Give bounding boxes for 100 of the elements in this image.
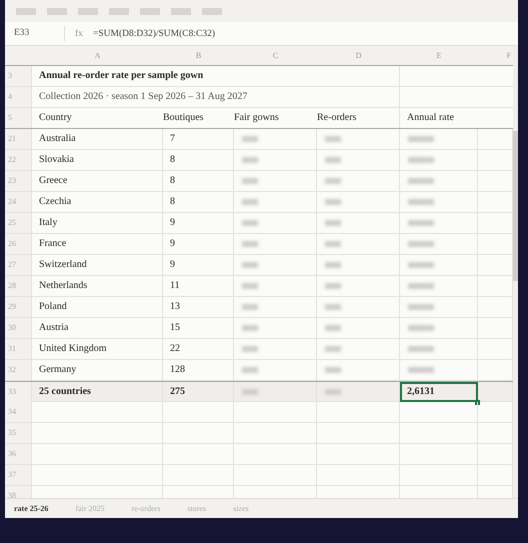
table-cell: 128 [163,360,234,380]
blurred-value [325,136,341,142]
row-number: 33 [5,382,32,402]
row-number: 25 [5,213,32,233]
table-cell: Greece [32,171,163,191]
row-number: 29 [5,297,32,317]
table-cell: Slovakia [32,150,163,170]
column-header[interactable]: E [400,46,478,65]
menu-placeholder[interactable] [109,8,129,14]
blurred-value [325,282,341,289]
sheet-title: Annual re-order rate per sample gown [32,66,400,86]
blurred-value [325,220,341,226]
table-cell: 22 [163,339,234,359]
row-number: 23 [5,171,32,191]
row-number: 28 [5,276,32,296]
blurred-value [408,346,434,352]
row-number: 38 [5,486,32,498]
menu-placeholder[interactable] [47,8,67,14]
blurred-value [408,220,434,226]
menu-placeholder[interactable] [140,8,160,14]
table-cell: Australia [32,129,163,149]
blurred-value [325,346,341,352]
blurred-value [408,240,434,247]
table-cell: 8 [163,192,234,212]
blurred-value [325,240,341,247]
table-cell: Poland [32,297,163,317]
blurred-value [408,282,434,289]
table-cell[interactable]: 2,6131 [400,382,478,402]
blurred-value [408,366,434,373]
column-label: Country [39,111,73,125]
column-label: Re-orders [317,111,358,125]
table-cell: Switzerland [32,255,163,275]
table-cell: 15 [163,318,234,338]
table-cell: Czechia [32,192,163,212]
blurred-value [408,178,434,184]
column-label: Annual rate [407,112,454,123]
table-cell: United Kingdom [32,339,163,359]
column-header[interactable]: D [317,46,400,65]
column-header[interactable]: A [32,46,163,65]
blurred-value [408,136,434,142]
blurred-value [325,304,341,310]
blurred-value [325,156,341,163]
blurred-value [242,346,258,352]
sheet-tab[interactable]: re-orders [122,504,160,513]
table-cell: 9 [163,255,234,275]
row-number: 24 [5,192,32,212]
blurred-value [408,198,434,205]
menu-placeholder[interactable] [16,8,36,14]
table-cell: 8 [163,171,234,191]
blurred-value [325,262,341,268]
menu-placeholder[interactable] [171,8,191,14]
formula-field[interactable]: =SUM(D8:D32)/SUM(C8:C32) [93,28,216,38]
blurred-value [242,136,258,142]
blurred-value [242,282,258,289]
column-label: Boutiques [163,111,205,125]
column-label: Fair gowns [234,111,280,125]
column-header[interactable]: F [478,46,513,65]
blurred-value [408,262,434,268]
menu-placeholder[interactable] [202,8,222,14]
table-cell: Austria [32,318,163,338]
table-cell: 7 [163,129,234,149]
blurred-value [242,304,258,310]
table-cell: Netherlands [32,276,163,296]
row-number: 26 [5,234,32,254]
table-cell: 275 [163,382,234,402]
row-number: 22 [5,150,32,170]
table-cell: 11 [163,276,234,296]
table-cell: Germany [32,360,163,380]
sheet-tab[interactable]: rate 25-26 [5,504,48,513]
blurred-value [242,366,258,373]
table-cell: France [32,234,163,254]
sheet-subtitle: Collection 2026 · season 1 Sep 2026 – 31 Aug 2027 [32,87,400,107]
blurred-value [242,262,258,268]
blurred-value [325,324,341,331]
row-number: 30 [5,318,32,338]
blurred-value [325,178,341,184]
blurred-value [325,388,341,395]
blurred-value [325,198,341,205]
sheet-tab[interactable]: stores [178,504,206,513]
sheet-tab[interactable]: fair 2025 [66,504,105,513]
table-cell: 9 [163,213,234,233]
menu-placeholder[interactable] [78,8,98,14]
row-number: 4 [5,87,32,107]
blurred-value [242,240,258,247]
blurred-value [325,366,341,373]
blurred-value [242,156,258,163]
row-number: 5 [5,108,32,128]
blurred-value [242,178,258,184]
column-header[interactable]: C [234,46,317,65]
row-number: 32 [5,360,32,380]
column-header[interactable]: B [163,46,234,65]
table-cell: 25 countries [32,382,163,402]
table-cell: 13 [163,297,234,317]
table-cell: 9 [163,234,234,254]
sheet-tab[interactable]: sizes [224,504,249,513]
table-cell: Italy [32,213,163,233]
row-number: 37 [5,465,32,485]
fill-handle[interactable] [475,400,480,405]
cell-reference[interactable]: E33 [5,26,65,41]
row-number: 36 [5,444,32,464]
